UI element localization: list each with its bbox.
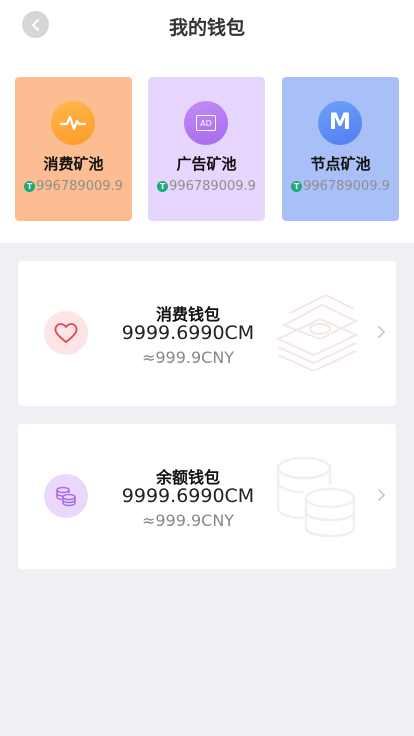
pool-value: T 996789009.9	[282, 179, 399, 194]
chevron-right-icon[interactable]	[376, 487, 386, 503]
chevron-right-icon[interactable]	[376, 324, 386, 340]
heart-icon	[44, 311, 88, 355]
coins-icon	[44, 474, 88, 518]
pool-value: T 996789009.9	[15, 179, 132, 194]
token-icon: T	[291, 181, 303, 192]
token-icon: T	[24, 181, 36, 192]
coins-stack-icon	[276, 456, 356, 538]
wallet-amount: 9999.6990CM	[121, 485, 255, 507]
page-title: 我的钱包	[168, 17, 245, 39]
m-icon: M	[318, 101, 362, 145]
wallet-cny: ≈999.9CNY	[141, 348, 235, 367]
wallet-amount: 9999.6990CM	[121, 322, 255, 344]
header: 我的钱包	[0, 0, 414, 52]
wallet-card-balance[interactable]: 余额钱包 9999.6990CM ≈999.9CNY	[18, 424, 396, 569]
wallet-card-consumption[interactable]: 消费钱包 9999.6990CM ≈999.9CNY	[18, 261, 396, 406]
pool-card-consumption[interactable]: 消费矿池 T 996789009.9	[15, 77, 132, 221]
pool-card-advertising[interactable]: AD 广告矿池 T 996789009.9	[148, 77, 265, 221]
pool-name: 广告矿池	[176, 155, 237, 173]
pool-card-node[interactable]: M 节点矿池 T 996789009.9	[282, 77, 399, 221]
pool-name: 消费矿池	[43, 155, 104, 173]
ad-icon: AD	[184, 101, 228, 145]
pool-name: 节点矿池	[310, 155, 371, 173]
pool-value: T 996789009.9	[148, 179, 265, 194]
pulse-icon	[51, 101, 95, 145]
money-stack-icon	[275, 293, 359, 371]
wallet-cny: ≈999.9CNY	[141, 511, 235, 530]
token-icon: T	[157, 181, 169, 192]
